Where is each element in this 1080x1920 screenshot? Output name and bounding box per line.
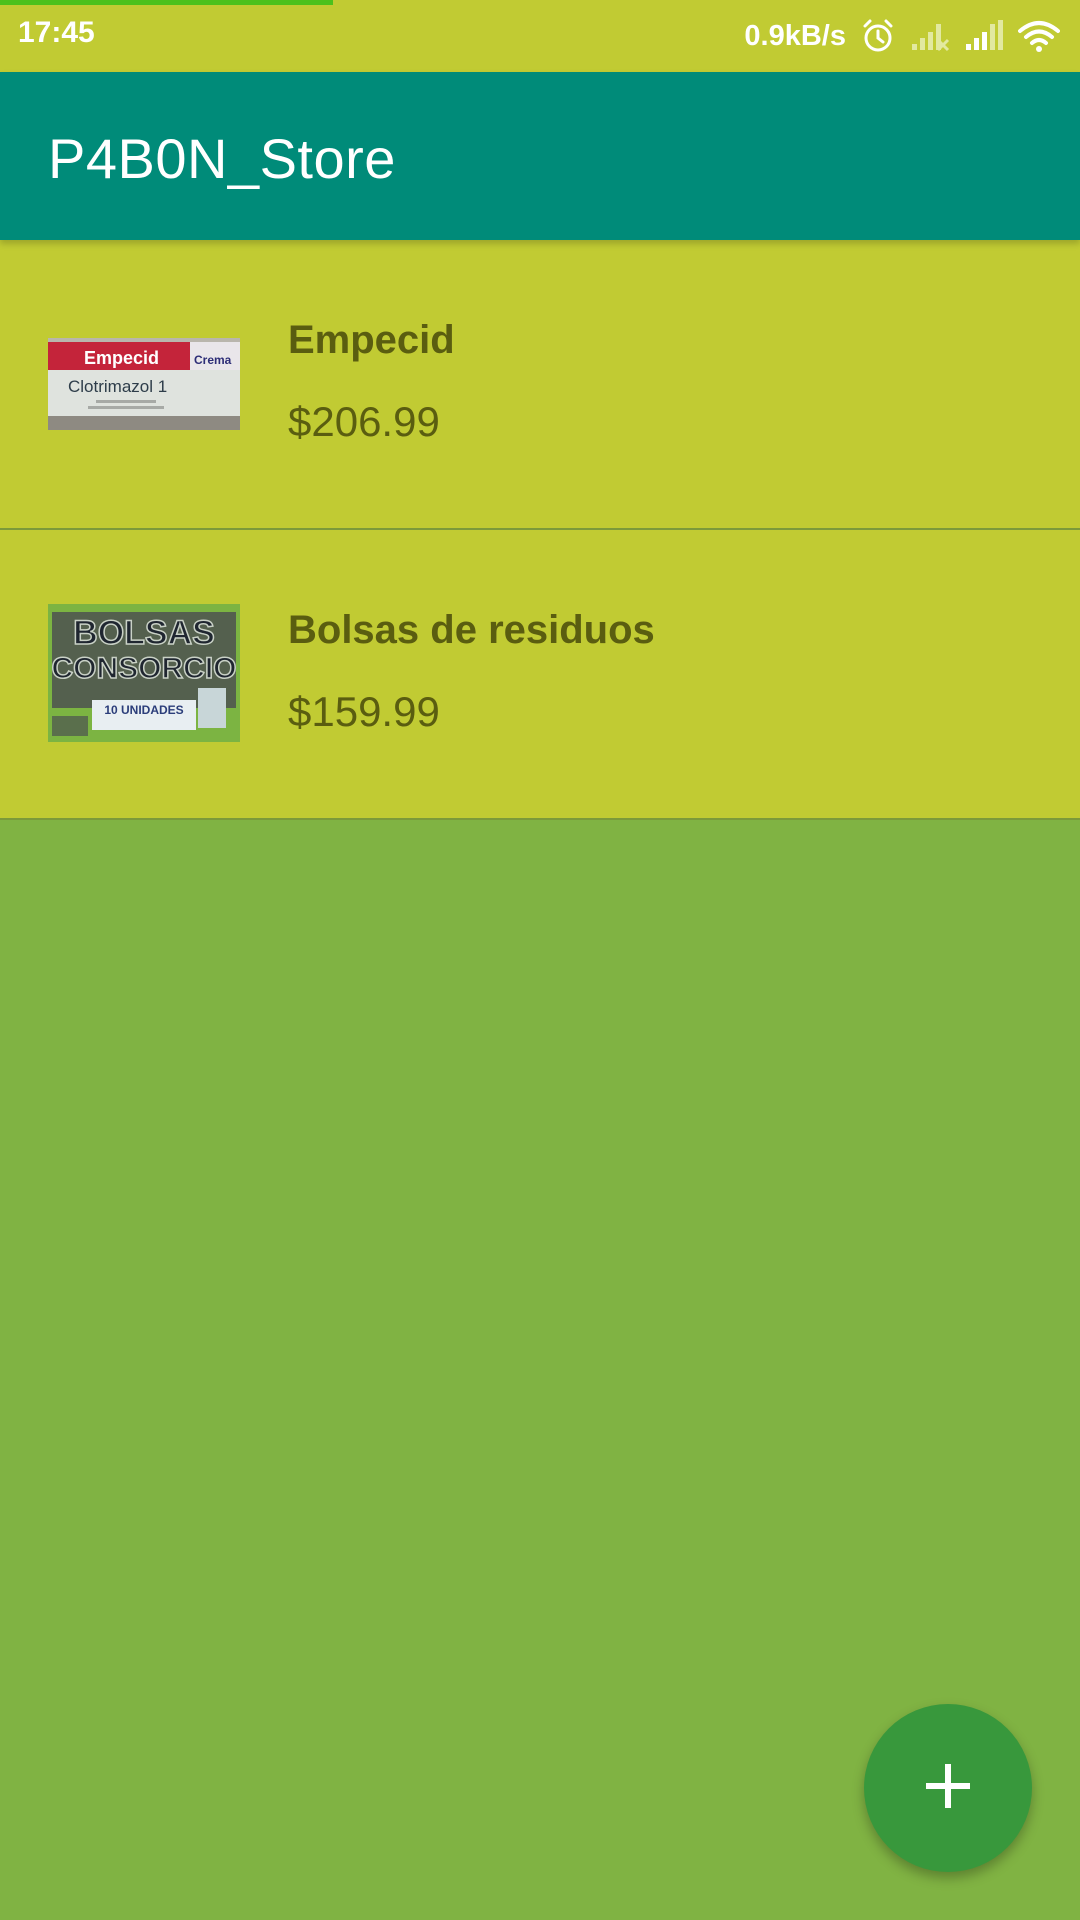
thumb-subtitle: Clotrimazol 1 bbox=[68, 377, 167, 396]
product-name: Bolsas de residuos bbox=[288, 608, 655, 652]
thumb-brand: Empecid bbox=[84, 348, 159, 368]
signal-icon bbox=[964, 20, 1004, 52]
list-item[interactable]: Empecid Crema Clotrimazol 1 Empecid $206… bbox=[0, 240, 1080, 530]
plus-icon bbox=[924, 1762, 972, 1815]
alarm-icon bbox=[860, 18, 896, 54]
status-time: 17:45 bbox=[18, 16, 95, 49]
product-photo-icon: Empecid Crema Clotrimazol 1 bbox=[48, 338, 240, 430]
status-icons: 0.9kB/s bbox=[744, 14, 1060, 58]
app-title: P4B0N_Store bbox=[48, 127, 396, 190]
product-list: Empecid Crema Clotrimazol 1 Empecid $206… bbox=[0, 240, 1080, 820]
thumb-line1: BOLSAS bbox=[73, 614, 215, 652]
thumb-tag: Crema bbox=[194, 353, 232, 367]
thumb-line2: CONSORCIO bbox=[51, 652, 236, 685]
list-item[interactable]: BOLSAS CONSORCIO 10 UNIDADES Bolsas de r… bbox=[0, 530, 1080, 820]
status-bar: 17:45 0.9kB/s bbox=[0, 0, 1080, 72]
app-bar: P4B0N_Store bbox=[0, 72, 1080, 240]
network-speed: 0.9kB/s bbox=[744, 19, 846, 52]
product-photo-icon: BOLSAS CONSORCIO 10 UNIDADES bbox=[48, 604, 240, 742]
thumb-line3: 10 UNIDADES bbox=[104, 703, 183, 717]
page-load-progress bbox=[0, 0, 333, 5]
product-price: $206.99 bbox=[288, 398, 440, 445]
signal-no-sim-icon bbox=[910, 20, 950, 52]
wifi-icon bbox=[1018, 19, 1060, 53]
product-name: Empecid bbox=[288, 318, 455, 362]
product-price: $159.99 bbox=[288, 688, 440, 735]
add-product-button[interactable] bbox=[864, 1704, 1032, 1872]
